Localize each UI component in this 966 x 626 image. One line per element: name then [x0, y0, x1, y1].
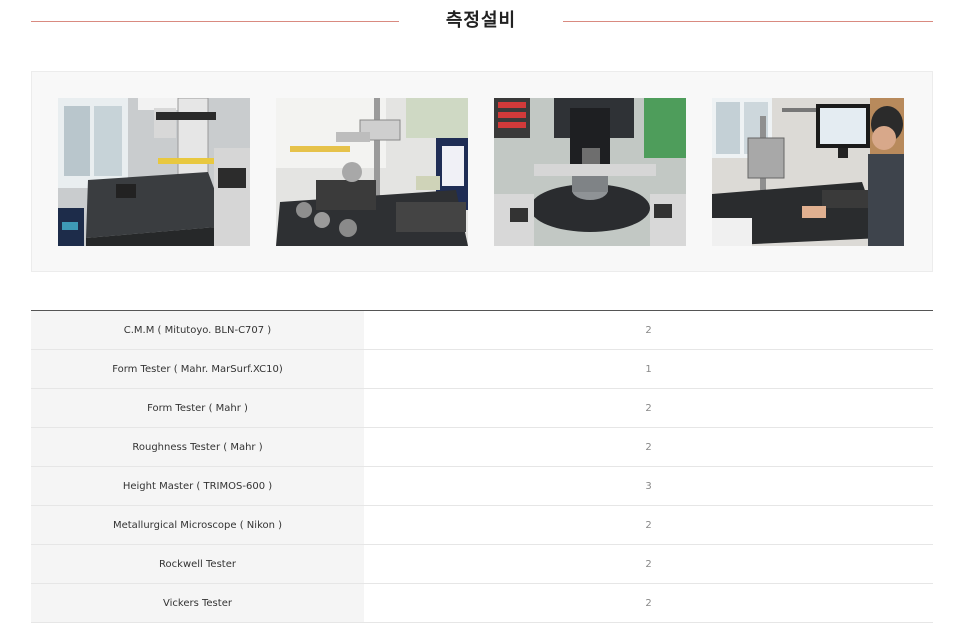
equipment-gallery	[31, 71, 933, 272]
table-row: Metallurgical Microscope ( Nikon ) 2	[31, 506, 933, 545]
title-divider-left	[31, 21, 399, 22]
table-row: Roughness Tester ( Mahr ) 2	[31, 428, 933, 467]
equipment-name: Vickers Tester	[31, 584, 364, 622]
table-row: C.M.M ( Mitutoyo. BLN-C707 ) 2	[31, 311, 933, 350]
equipment-quantity: 3	[645, 480, 652, 492]
equipment-quantity: 2	[645, 324, 652, 336]
section-header: 측정설비	[31, 6, 933, 38]
table-row: Form Tester ( Mahr. MarSurf.XC10) 1	[31, 350, 933, 389]
equipment-quantity: 2	[645, 441, 652, 453]
equipment-quantity: 2	[645, 597, 652, 609]
section-title: 측정설비	[445, 10, 517, 31]
equipment-name: Roughness Tester ( Mahr )	[31, 428, 364, 466]
equipment-name: Form Tester ( Mahr. MarSurf.XC10)	[31, 350, 364, 388]
roughness-tester-photo	[494, 98, 686, 246]
equipment-quantity: 2	[645, 519, 652, 531]
equipment-quantity: 2	[645, 402, 652, 414]
equipment-name: Metallurgical Microscope ( Nikon )	[31, 506, 364, 544]
table-row: Vickers Tester 2	[31, 584, 933, 623]
table-row: Height Master ( TRIMOS-600 ) 3	[31, 467, 933, 506]
cmm-machine-photo	[58, 98, 250, 246]
title-divider-right	[563, 21, 933, 22]
equipment-name: Form Tester ( Mahr )	[31, 389, 364, 427]
equipment-table: C.M.M ( Mitutoyo. BLN-C707 ) 2 Form Test…	[31, 310, 933, 623]
equipment-quantity: 1	[645, 363, 652, 375]
equipment-name: Height Master ( TRIMOS-600 )	[31, 467, 364, 505]
table-row: Rockwell Tester 2	[31, 545, 933, 584]
height-master-photo	[712, 98, 904, 246]
equipment-name: Rockwell Tester	[31, 545, 364, 583]
equipment-name: C.M.M ( Mitutoyo. BLN-C707 )	[31, 311, 364, 349]
equipment-quantity: 2	[645, 558, 652, 570]
table-row: Form Tester ( Mahr ) 2	[31, 389, 933, 428]
form-tester-photo	[276, 98, 468, 246]
